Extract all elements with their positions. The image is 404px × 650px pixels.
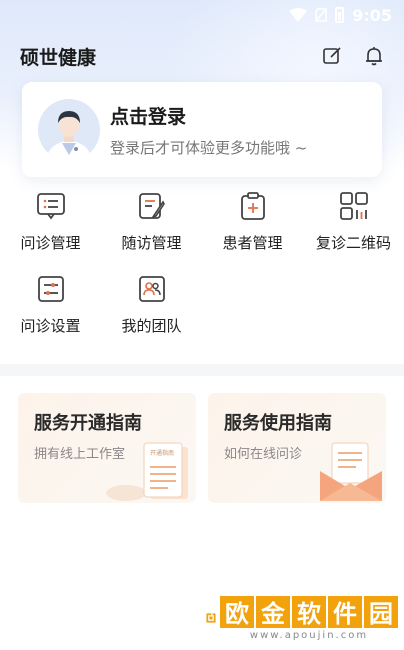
grid-item-patient-manage[interactable]: 患者管理	[202, 190, 303, 253]
watermark-logo-icon	[206, 613, 216, 623]
feature-grid: 问诊管理 随访管理 患者管理 复诊二维码 问诊设置 我的团队	[0, 190, 404, 336]
watermark-char: 园	[364, 595, 398, 628]
settings-sliders-icon	[37, 276, 64, 302]
battery-icon	[335, 7, 345, 23]
grid-label: 患者管理	[222, 234, 283, 252]
grid-label: 随访管理	[121, 234, 182, 252]
grid-label: 复诊二维码	[315, 234, 391, 252]
grid-item-consult-settings[interactable]: 问诊设置	[0, 273, 101, 336]
guide-title: 服务使用指南	[224, 413, 332, 434]
section-divider	[0, 364, 404, 376]
service-open-guide-card[interactable]: 服务开通指南 拥有线上工作室 开通指南	[18, 393, 196, 503]
grid-label: 问诊设置	[20, 317, 81, 335]
grid-item-revisit-qrcode[interactable]: 复诊二维码	[303, 190, 404, 253]
clipboard-plus-icon	[240, 192, 265, 220]
login-subtitle: 登录后才可体验更多功能哦 ~	[110, 138, 308, 157]
watermark-char: 软	[292, 595, 326, 628]
sim-card-icon	[315, 8, 328, 22]
grid-item-consult-manage[interactable]: 问诊管理	[0, 190, 101, 253]
watermark-characters: 欧 金 软 件 园	[220, 595, 398, 628]
grid-item-my-team[interactable]: 我的团队	[101, 273, 202, 336]
login-card[interactable]: 点击登录 登录后才可体验更多功能哦 ~	[22, 82, 382, 177]
watermark-char: 欧	[220, 595, 254, 628]
qr-code-icon	[339, 192, 368, 220]
grid-label: 我的团队	[121, 317, 182, 335]
document-illustration: 开通指南	[106, 442, 188, 501]
status-bar: 9:05	[0, 0, 404, 30]
note-pen-icon	[138, 193, 165, 219]
envelope-illustration	[320, 442, 382, 501]
status-time: 9:05	[352, 5, 392, 25]
wifi-icon	[289, 8, 308, 22]
grid-item-followup-manage[interactable]: 随访管理	[101, 190, 202, 253]
grid-label: 问诊管理	[20, 234, 81, 252]
doctor-avatar	[38, 98, 100, 161]
illustration-text: 开通指南	[150, 449, 174, 457]
team-icon	[138, 276, 165, 302]
watermark-char: 件	[328, 595, 362, 628]
bell-icon[interactable]	[364, 46, 384, 66]
app-title: 硕世健康	[20, 46, 97, 69]
service-usage-guide-card[interactable]: 服务使用指南 如何在线问诊	[208, 393, 386, 503]
watermark-char: 金	[256, 595, 290, 628]
chat-list-icon	[36, 193, 65, 220]
watermark-url: www.apoujin.com	[249, 629, 369, 641]
site-watermark: 欧 金 软 件 园 www.apoujin.com	[206, 594, 398, 642]
login-title[interactable]: 点击登录	[110, 102, 307, 129]
edit-icon[interactable]	[322, 46, 342, 66]
app-header: 硕世健康	[0, 40, 404, 72]
guide-title: 服务开通指南	[34, 413, 142, 434]
